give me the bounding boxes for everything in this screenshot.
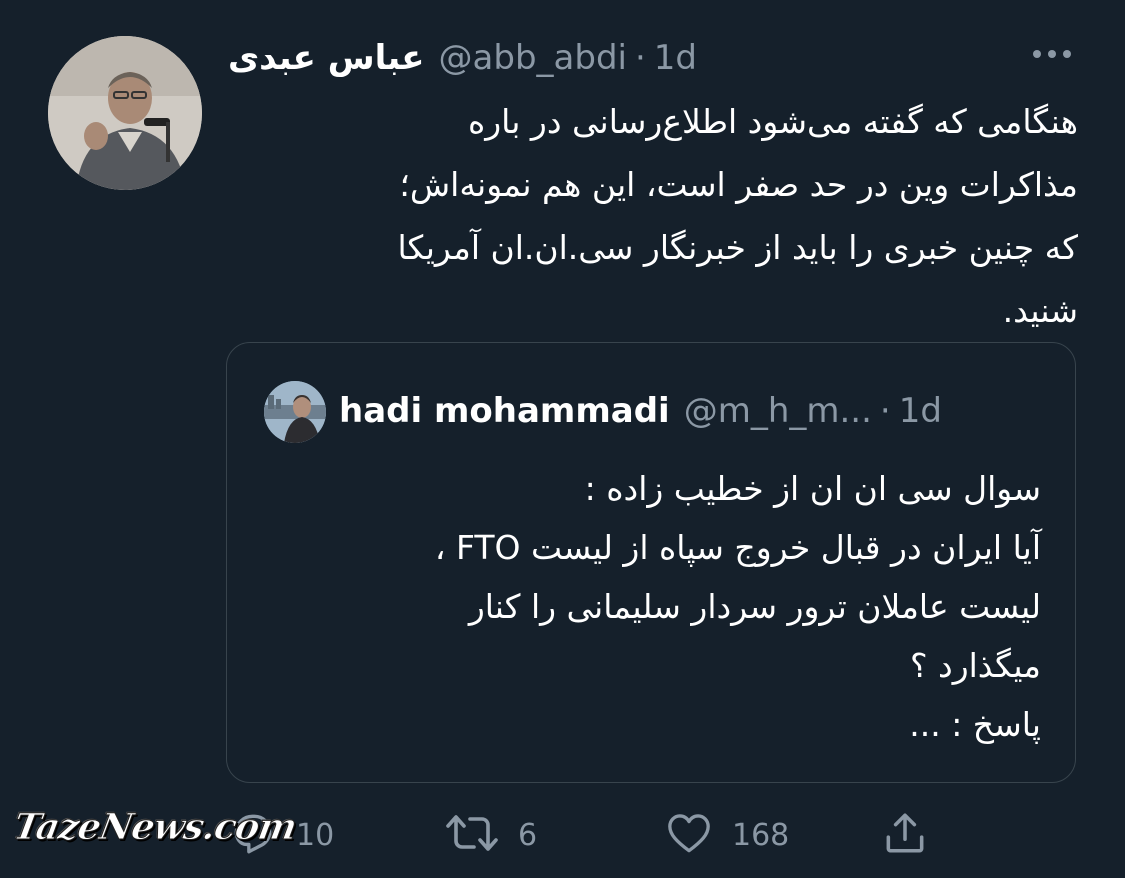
quoted-text-line: پاسخ : ... [909,705,1041,744]
tweet-text-line: که چنین خبری را باید از خبرنگار سی.ان.ان… [397,228,1078,267]
quoted-text-line: میگذارد ؟ [910,646,1041,685]
share-button[interactable] [880,810,930,860]
author-avatar[interactable] [48,36,202,190]
quoted-author-name[interactable]: hadi mohammadi [339,391,670,431]
tweet-text-line: شنید. [1002,291,1078,330]
reply-count: 10 [296,817,335,853]
quoted-author-avatar [264,381,326,443]
quoted-header: hadi mohammadi @m_h_m... · 1d [339,387,942,435]
tweet-header: عباس عبدی @abb_abdi · 1d [228,34,697,82]
quoted-text-line: لیست عاملان ترور سردار سلیمانی را کنار [468,587,1041,626]
quoted-tweet[interactable]: hadi mohammadi @m_h_m... · 1d سوال سی ان… [226,342,1076,783]
like-count: 168 [732,817,790,853]
retweet-button[interactable]: 6 [444,810,537,860]
retweet-count: 6 [518,817,538,853]
watermark-logo: TazeNews.com [10,806,300,849]
separator-dot: · [879,391,891,431]
author-handle[interactable]: @abb_abdi [439,38,627,78]
quoted-text: سوال سی ان ان از خطیب زاده : آیا ایران د… [257,459,1041,754]
quoted-text-line: سوال سی ان ان از خطیب زاده : [584,469,1041,508]
share-icon [880,808,930,862]
quoted-author-handle[interactable]: @m_h_m... [684,391,872,431]
like-button[interactable]: 168 [664,810,789,860]
author-name[interactable]: عباس عبدی [228,38,425,78]
tweet-text: هنگامی که گفته می‌شود اطلاع‌رسانی در بار… [228,90,1078,342]
tweet[interactable]: عباس عبدی @abb_abdi · 1d هنگامی که گفته … [0,0,1125,878]
quoted-text-line: آیا ایران در قبال خروج سپاه از لیست FTO … [434,528,1041,567]
quoted-timestamp[interactable]: 1d [899,391,942,431]
tweet-timestamp[interactable]: 1d [654,38,697,78]
retweet-icon [444,808,500,862]
tweet-text-line: هنگامی که گفته می‌شود اطلاع‌رسانی در بار… [467,102,1078,141]
tweet-text-line: مذاکرات وین در حد صفر است، این هم نمونه‌… [399,165,1078,204]
more-icon[interactable] [1024,36,1080,72]
like-icon [664,808,714,862]
separator-dot: · [634,38,646,78]
